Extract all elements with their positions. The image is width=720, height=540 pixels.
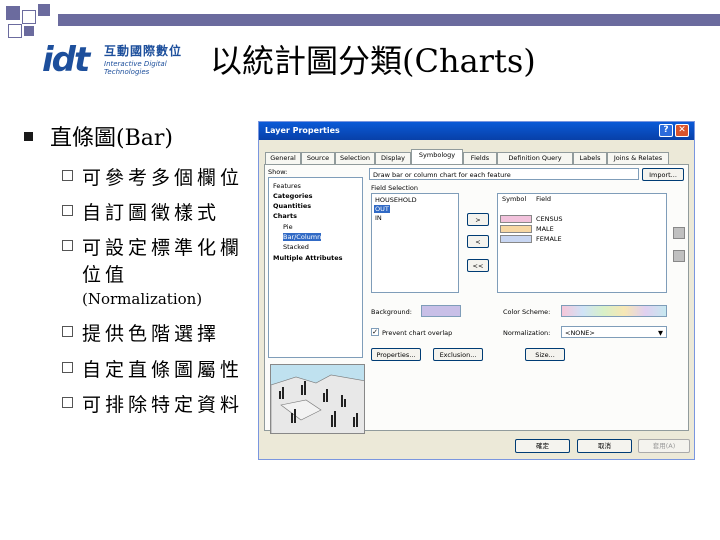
symbol-swatch <box>500 235 532 243</box>
show-label: Show: <box>268 168 288 176</box>
tab-source[interactable]: Source <box>301 152 335 164</box>
symbol-field-list[interactable]: Symbol Field CENSUS MALE FEMALE <box>497 193 667 293</box>
symbol-row[interactable]: MALE <box>500 225 650 234</box>
properties-button[interactable]: Properties... <box>371 348 421 361</box>
layer-properties-dialog: Layer Properties ? ✕ General Source Sele… <box>258 121 695 460</box>
field-out[interactable]: OUT <box>374 205 390 213</box>
chevron-down-icon: ▼ <box>658 329 663 337</box>
size-button[interactable]: Size... <box>525 348 565 361</box>
show-item-multiple-attributes[interactable]: Multiple Attributes <box>273 254 343 262</box>
import-button[interactable]: Import... <box>642 168 684 181</box>
show-item-categories[interactable]: Categories <box>273 192 313 200</box>
normalization-value: <NONE> <box>565 329 595 337</box>
symbol-swatch <box>500 215 532 223</box>
sub-bullet-2: 自訂圖徵樣式 <box>82 202 221 224</box>
map-preview-graphic <box>271 374 364 433</box>
show-item-pie[interactable]: Pie <box>283 223 293 231</box>
show-item-stacked[interactable]: Stacked <box>283 243 309 251</box>
normalization-select[interactable]: <NONE> ▼ <box>561 326 667 338</box>
sub-bullet-5: 自定直條圖屬性 <box>82 359 244 381</box>
logo-english-name: Interactive Digital Technologies <box>104 60 167 76</box>
checkbox-bullet-icon <box>62 240 73 251</box>
show-item-charts[interactable]: Charts <box>273 212 297 220</box>
show-tree[interactable]: Features Categories Quantities Charts Pi… <box>268 177 363 358</box>
chart-map-preview <box>270 364 365 434</box>
company-logo: idt 互動國際數位 Interactive Digital Technolog… <box>42 38 202 80</box>
help-icon[interactable]: ? <box>659 124 673 137</box>
tab-joins-relates[interactable]: Joins & Relates <box>607 152 669 164</box>
normalization-label: Normalization: <box>503 329 551 337</box>
remove-all-fields-button[interactable]: << <box>467 259 489 272</box>
logo-chinese-name: 互動國際數位 <box>104 44 183 58</box>
sub-bullet-1: 可參考多個欄位 <box>82 167 244 189</box>
sub-bullet-6: 可排除特定資料 <box>82 394 244 416</box>
field-household[interactable]: HOUSEHOLD <box>374 196 418 204</box>
background-label: Background: <box>371 308 412 316</box>
show-item-bar-column[interactable]: Bar/Column <box>283 233 322 241</box>
prevent-overlap-label: Prevent chart overlap <box>382 329 453 337</box>
description-text: Draw bar or column chart for each featur… <box>373 171 511 179</box>
normalization-note: (Normalization) <box>82 290 203 308</box>
checkbox-bullet-icon <box>62 170 73 181</box>
checkbox-bullet-icon <box>62 362 73 373</box>
field-header: Field <box>536 195 552 203</box>
field-selection-label: Field Selection <box>371 184 419 192</box>
tab-display[interactable]: Display <box>375 152 411 164</box>
description-box: Draw bar or column chart for each featur… <box>369 168 639 180</box>
prevent-overlap-checkbox[interactable]: ✓ <box>371 328 379 336</box>
sub-bullet-3-cont: 位值 <box>82 264 129 286</box>
move-down-icon[interactable] <box>673 250 685 262</box>
close-icon[interactable]: ✕ <box>675 124 689 137</box>
field-in[interactable]: IN <box>374 214 383 222</box>
deco-square-2 <box>22 10 36 24</box>
slide-title: 以統計圖分類(Charts) <box>210 42 536 80</box>
show-item-quantities[interactable]: Quantities <box>273 202 311 210</box>
tab-definition-query[interactable]: Definition Query <box>497 152 573 164</box>
color-scheme-select[interactable] <box>561 305 667 317</box>
add-field-button[interactable]: > <box>467 213 489 226</box>
cancel-button[interactable]: 取消 <box>577 439 632 453</box>
background-color-picker[interactable] <box>421 305 461 317</box>
header-bar <box>58 14 720 26</box>
checkbox-bullet-icon <box>62 397 73 408</box>
tab-selection[interactable]: Selection <box>335 152 375 164</box>
symbol-row[interactable]: CENSUS <box>500 215 650 224</box>
deco-square-3 <box>38 4 50 16</box>
main-bullet-icon <box>24 132 33 141</box>
deco-square-4 <box>8 24 22 38</box>
tab-general[interactable]: General <box>265 152 301 164</box>
tab-symbology[interactable]: Symbology <box>411 149 463 165</box>
apply-button[interactable]: 套用(A) <box>638 439 690 453</box>
ok-button[interactable]: 確定 <box>515 439 570 453</box>
tab-labels[interactable]: Labels <box>573 152 607 164</box>
field-list[interactable]: HOUSEHOLD OUT IN <box>371 193 459 293</box>
dialog-titlebar[interactable]: Layer Properties ? ✕ <box>259 122 694 140</box>
sub-bullet-3: 可設定標準化欄 <box>82 237 244 259</box>
symbol-swatch <box>500 225 532 233</box>
exclusion-button[interactable]: Exclusion... <box>433 348 483 361</box>
remove-field-button[interactable]: < <box>467 235 489 248</box>
checkbox-bullet-icon <box>62 326 73 337</box>
color-scheme-label: Color Scheme: <box>503 308 551 316</box>
sub-bullet-4: 提供色階選擇 <box>82 323 221 345</box>
bullet-heading: 直條圖(Bar) <box>50 126 173 151</box>
deco-square-5 <box>24 26 34 36</box>
symbol-label: FEMALE <box>536 235 562 243</box>
symbol-label: MALE <box>536 225 554 233</box>
move-up-icon[interactable] <box>673 227 685 239</box>
logo-mark: idt <box>42 40 90 80</box>
symbol-header: Symbol <box>502 195 527 203</box>
tab-fields[interactable]: Fields <box>463 152 497 164</box>
dialog-title: Layer Properties <box>265 126 340 135</box>
checkbox-bullet-icon <box>62 205 73 216</box>
symbol-label: CENSUS <box>536 215 563 223</box>
symbol-row[interactable]: FEMALE <box>500 235 650 244</box>
show-item-features[interactable]: Features <box>273 182 301 190</box>
deco-square-1 <box>6 6 20 20</box>
symbology-panel: Show: Features Categories Quantities Cha… <box>264 164 689 434</box>
